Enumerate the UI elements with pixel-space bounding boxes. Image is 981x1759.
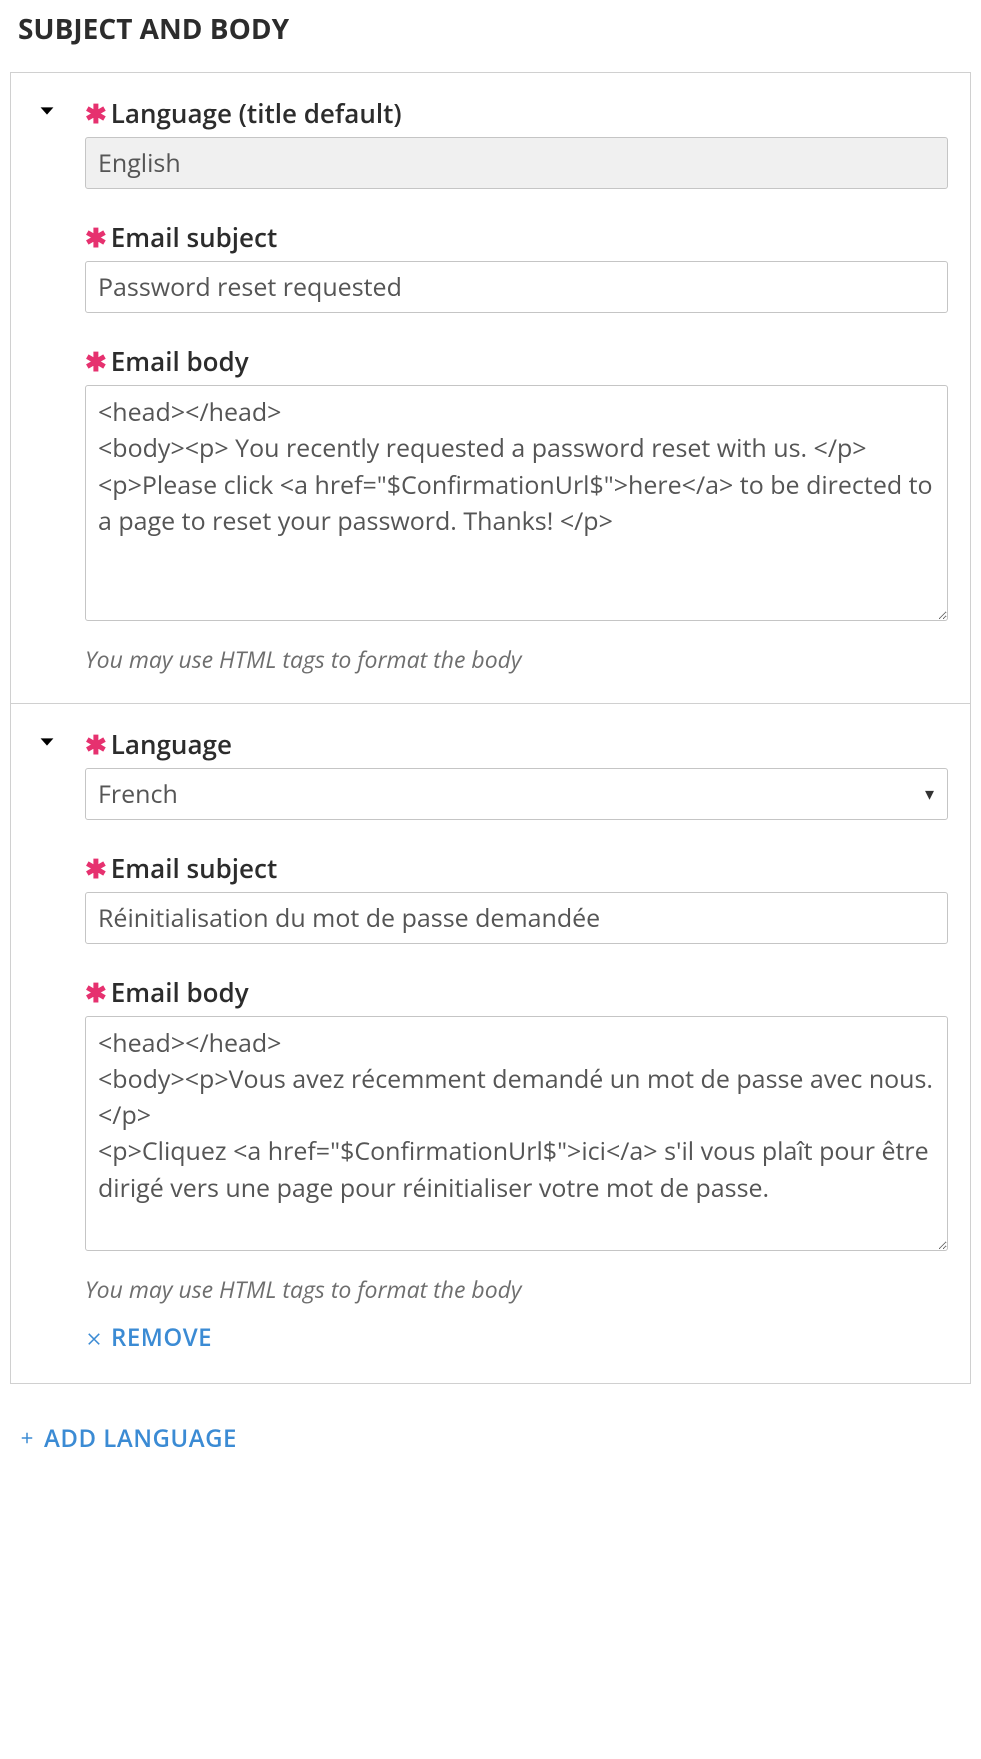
subject-body-panel: ✱ Language (title default) ✱ Email subje… xyxy=(10,72,971,1384)
help-text: You may use HTML tags to format the body xyxy=(85,1273,948,1305)
required-star-icon: ✱ xyxy=(85,731,107,757)
required-star-icon: ✱ xyxy=(85,348,107,374)
remove-label: REMOVE xyxy=(111,1321,212,1354)
chevron-down-icon[interactable] xyxy=(33,728,61,756)
chevron-down-icon[interactable] xyxy=(33,97,61,125)
language-block-0: ✱ Language (title default) ✱ Email subje… xyxy=(11,73,970,703)
close-icon xyxy=(85,1329,103,1347)
email-body-textarea[interactable]: <head></head> <body><p> You recently req… xyxy=(85,385,948,621)
add-language-button[interactable]: ADD LANGUAGE xyxy=(18,1422,237,1455)
language-input-default xyxy=(85,137,948,189)
email-subject-label: Email subject xyxy=(111,850,277,886)
remove-button[interactable]: REMOVE xyxy=(85,1321,212,1354)
required-star-icon: ✱ xyxy=(85,979,107,1005)
email-body-label: Email body xyxy=(111,343,249,379)
required-star-icon: ✱ xyxy=(85,100,107,126)
add-language-label: ADD LANGUAGE xyxy=(44,1422,237,1455)
required-star-icon: ✱ xyxy=(85,855,107,881)
section-header: SUBJECT AND BODY xyxy=(10,10,971,48)
email-body-label: Email body xyxy=(111,974,249,1010)
language-block-1: ✱ Language French ✱ Email subject xyxy=(11,703,970,1383)
required-star-icon: ✱ xyxy=(85,224,107,250)
language-label: Language (title default) xyxy=(111,95,402,131)
help-text: You may use HTML tags to format the body xyxy=(85,643,948,675)
plus-icon xyxy=(18,1429,36,1447)
email-subject-input[interactable] xyxy=(85,261,948,313)
language-select[interactable]: French xyxy=(85,768,948,820)
email-body-textarea[interactable]: <head></head> <body><p>Vous avez récemme… xyxy=(85,1016,948,1252)
email-subject-label: Email subject xyxy=(111,219,277,255)
email-subject-input[interactable] xyxy=(85,892,948,944)
language-label: Language xyxy=(111,726,232,762)
